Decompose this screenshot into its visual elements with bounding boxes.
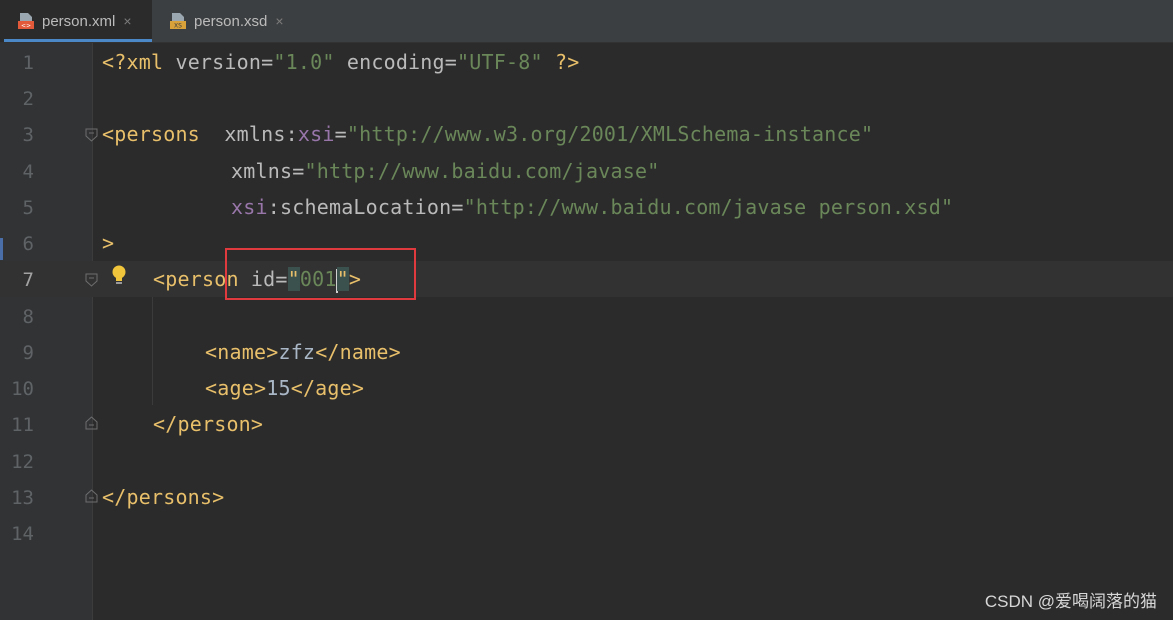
namespace-prefix: xsi	[297, 122, 335, 146]
fold-end-icon[interactable]	[85, 489, 98, 503]
code-line-9[interactable]: <name>zfz</name>	[205, 334, 401, 370]
tag-open: <name>	[205, 340, 279, 364]
tab-label: person.xml	[42, 12, 116, 30]
attr-value: "http://www.w3.org/2001/XMLSchema-instan…	[346, 122, 874, 146]
attr-name: xmlns	[231, 159, 293, 183]
code-line-13[interactable]: </persons>	[102, 479, 224, 515]
tag-close: </name>	[315, 340, 401, 364]
attr-name: schemaLocation	[279, 195, 452, 219]
line-number: 13	[11, 487, 34, 509]
equals: =	[444, 50, 458, 74]
fold-open-icon[interactable]	[85, 128, 98, 142]
highlight-annotation-box	[225, 248, 416, 300]
close-tab-icon[interactable]: ×	[123, 13, 131, 29]
attr-value: "http://www.baidu.com/javase"	[304, 159, 660, 183]
code-line-11[interactable]: </person>	[153, 406, 263, 442]
attr-name: version	[175, 50, 262, 74]
svg-text:XS: XS	[174, 23, 182, 30]
colon: :	[267, 195, 280, 219]
xml-declaration-open: <?xml	[102, 50, 176, 74]
colon: :	[285, 122, 298, 146]
code-line-3[interactable]: <persons xmlns:xsi="http://www.w3.org/20…	[102, 116, 873, 152]
element-text: 15	[266, 376, 291, 400]
attr-name: encoding	[334, 50, 445, 74]
tab-person-xml[interactable]: <> person.xml ×	[0, 0, 152, 42]
tag-open: <age>	[205, 376, 267, 400]
namespace-prefix: xsi	[231, 195, 268, 219]
line-number: 10	[11, 378, 34, 400]
tag-close-bracket: >	[102, 231, 115, 255]
close-tab-icon[interactable]: ×	[275, 13, 283, 29]
svg-text:<>: <>	[21, 23, 31, 30]
tab-person-xsd[interactable]: XS person.xsd ×	[152, 0, 297, 42]
code-line-4[interactable]: xmlns="http://www.baidu.com/javase"	[231, 153, 659, 189]
line-number: 11	[11, 414, 34, 436]
line-number: 9	[22, 342, 34, 364]
line-number: 5	[22, 197, 34, 219]
code-line-1[interactable]: <?xml version="1.0" encoding="UTF-8" ?>	[102, 44, 579, 80]
equals: =	[451, 195, 464, 219]
line-number: 1	[22, 52, 34, 74]
line-number: 14	[11, 523, 34, 545]
equals: =	[334, 122, 347, 146]
editor-tab-bar: <> person.xml × XS person.xsd ×	[0, 0, 1173, 43]
tag-close: </age>	[290, 376, 365, 400]
attr-name: xmlns	[224, 122, 286, 146]
xsd-file-icon: XS	[170, 12, 186, 30]
equals: =	[261, 50, 274, 74]
xml-file-icon: <>	[18, 12, 34, 30]
tag-close: </person>	[153, 412, 264, 436]
attr-value: "UTF-8"	[457, 50, 543, 74]
line-number: 6	[22, 233, 34, 255]
code-line-10[interactable]: <age>15</age>	[205, 370, 364, 406]
line-number: 3	[22, 124, 34, 146]
line-number-current: 7	[22, 269, 34, 291]
element-text: zfz	[278, 340, 316, 364]
lightbulb-icon[interactable]	[110, 264, 128, 290]
tag-close: </persons>	[102, 485, 225, 509]
attr-value: "1.0"	[273, 50, 335, 74]
fold-end-icon[interactable]	[85, 416, 98, 430]
line-number: 4	[22, 161, 34, 183]
fold-open-icon[interactable]	[85, 273, 98, 287]
line-number: 2	[22, 88, 34, 110]
indent-guide	[152, 297, 153, 405]
equals: =	[292, 159, 305, 183]
watermark: CSDN @爱喝阔落的猫	[984, 592, 1157, 611]
tag-open: <persons	[102, 122, 200, 146]
tab-label: person.xsd	[194, 12, 268, 30]
attr-value: "http://www.baidu.com/javase person.xsd"	[463, 195, 954, 219]
code-line-6[interactable]: >	[102, 225, 114, 261]
code-line-5[interactable]: xsi:schemaLocation="http://www.baidu.com…	[231, 189, 953, 225]
line-number: 12	[11, 451, 34, 473]
xml-declaration-close: ?>	[542, 50, 580, 74]
line-number: 8	[22, 306, 34, 328]
